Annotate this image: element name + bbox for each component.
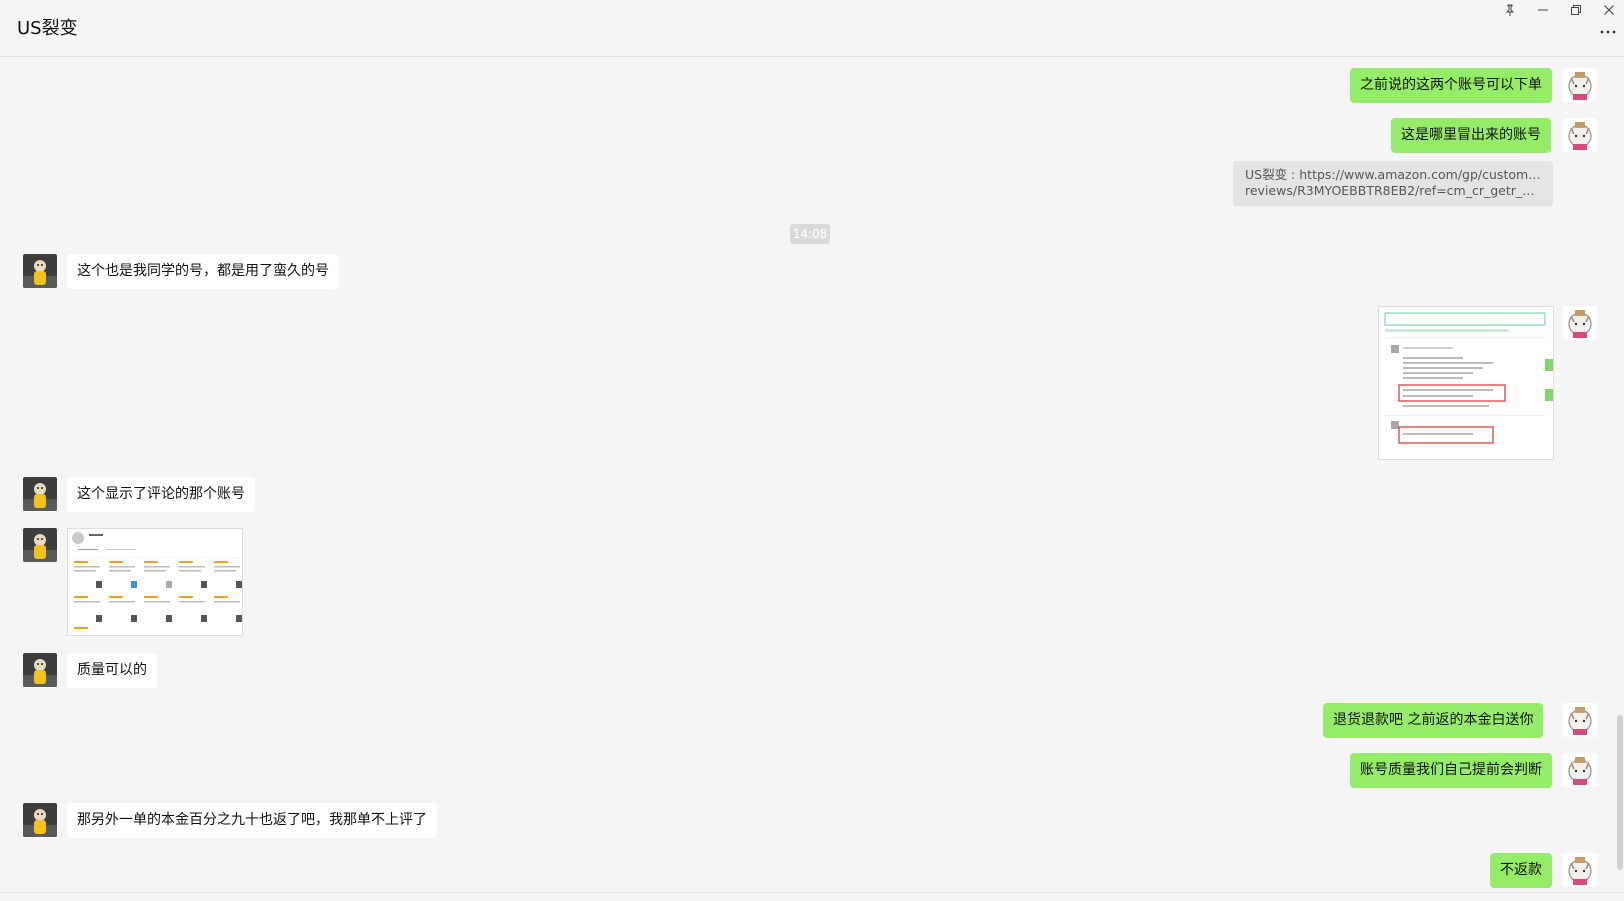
avatar-self[interactable] (1563, 68, 1597, 102)
pin-icon[interactable] (1495, 0, 1525, 20)
avatar-contact[interactable] (23, 254, 57, 288)
divider (0, 892, 1624, 893)
message-text: 这个显示了评论的那个账号 (77, 486, 245, 502)
message-text: 退货退款吧 之前返的本金白送你 (1333, 712, 1534, 728)
message-bubble-incoming[interactable]: 那另外一单的本金百分之九十也返了吧，我那单不上评了 (67, 803, 437, 838)
avatar-self[interactable] (1563, 703, 1597, 737)
quoted-link-card[interactable]: US裂变 : https://www.amazon.com/gp/custome… (1233, 161, 1553, 206)
message-text: 账号质量我们自己提前会判断 (1360, 762, 1542, 778)
message-bubble-incoming[interactable]: 这个也是我同学的号，都是用了蛮久的号 (67, 254, 339, 289)
chat-window: US裂变 之前说的这两个账号可以下单 这是哪里冒出来的账号 US裂变: htt… (0, 0, 1624, 901)
avatar-contact[interactable] (23, 477, 57, 511)
avatar-contact[interactable] (23, 653, 57, 687)
message-text: 这个也是我同学的号，都是用了蛮久的号 (77, 263, 329, 279)
avatar-contact[interactable] (23, 803, 57, 837)
image-message-screenshot[interactable] (1378, 306, 1554, 460)
chat-title: US裂变 (17, 18, 78, 39)
scrollbar-thumb[interactable] (1617, 715, 1623, 870)
more-icon[interactable] (1598, 22, 1618, 42)
message-bubble-outgoing[interactable]: 这是哪里冒出来的账号 (1391, 118, 1551, 153)
message-bubble-outgoing[interactable]: 账号质量我们自己提前会判断 (1350, 753, 1552, 788)
timestamp: 14:08 (790, 224, 830, 244)
message-text: 那另外一单的本金百分之九十也返了吧，我那单不上评了 (77, 812, 427, 828)
message-text: 之前说的这两个账号可以下单 (1360, 77, 1542, 93)
close-icon[interactable] (1594, 0, 1624, 20)
avatar-contact[interactable] (23, 528, 57, 562)
message-bubble-incoming[interactable]: 这个显示了评论的那个账号 (67, 477, 255, 512)
title-bar: US裂变 (0, 0, 1624, 57)
avatar-self[interactable] (1563, 753, 1597, 787)
avatar-self[interactable] (1563, 853, 1597, 887)
minimize-icon[interactable] (1528, 0, 1558, 20)
image-message-profile[interactable] (67, 528, 243, 636)
message-text: 不返款 (1500, 862, 1542, 878)
message-bubble-incoming[interactable]: 质量可以的 (67, 653, 157, 688)
message-bubble-outgoing[interactable]: 退货退款吧 之前返的本金白送你 (1323, 703, 1544, 738)
link-line-2: reviews/R3MYOEBBTR8EB2/ref=cm_cr_getr_d_… (1245, 183, 1541, 198)
restore-icon[interactable] (1561, 0, 1591, 20)
message-text: 这是哪里冒出来的账号 (1401, 127, 1541, 143)
message-text: 质量可以的 (77, 662, 147, 678)
message-bubble-outgoing[interactable]: 不返款 (1490, 853, 1552, 888)
message-list[interactable]: 之前说的这两个账号可以下单 这是哪里冒出来的账号 US裂变 : https://… (0, 57, 1624, 892)
link-line-1: US裂变 : https://www.amazon.com/gp/custome… (1245, 167, 1541, 182)
avatar-self[interactable] (1563, 306, 1597, 340)
avatar-self[interactable] (1563, 118, 1597, 152)
message-bubble-outgoing[interactable]: 之前说的这两个账号可以下单 (1350, 68, 1552, 103)
